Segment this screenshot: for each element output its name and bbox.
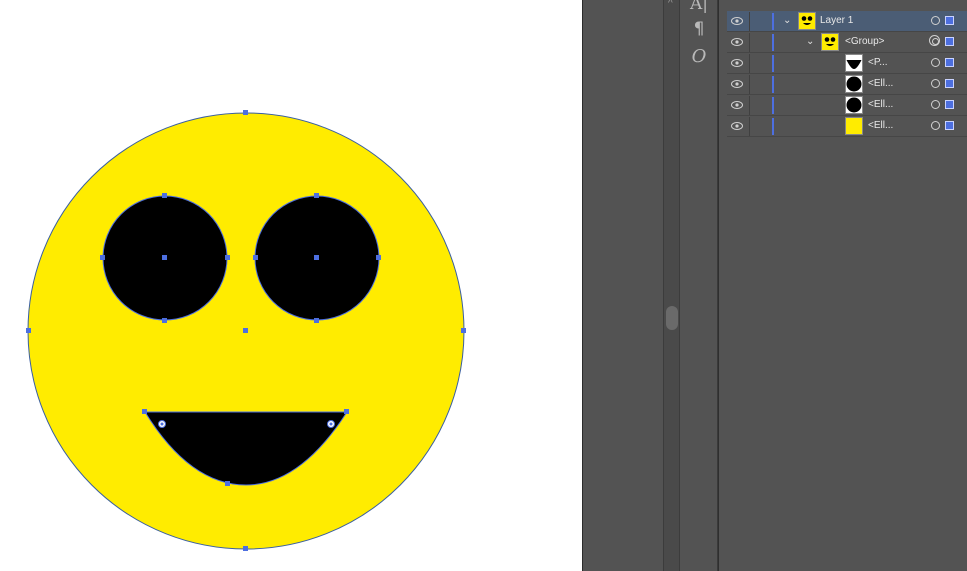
target-circle-icon[interactable] bbox=[931, 100, 940, 109]
paragraph-icon[interactable]: ¶ bbox=[680, 19, 718, 39]
selection-indicator[interactable] bbox=[945, 100, 954, 109]
visibility-eye-icon[interactable] bbox=[731, 16, 743, 26]
panel-scrollbar[interactable]: ^ bbox=[663, 0, 680, 571]
layer-row-group[interactable]: ⌄ <Group> bbox=[727, 32, 967, 53]
visibility-eye-icon[interactable] bbox=[731, 58, 743, 68]
layer-name[interactable]: <P... bbox=[868, 57, 888, 69]
target-circle-icon[interactable] bbox=[931, 79, 940, 88]
artboard-canvas[interactable] bbox=[0, 0, 582, 571]
layer-row-ellipse[interactable]: <Ell... bbox=[727, 95, 967, 116]
pasteboard bbox=[583, 0, 663, 571]
lock-column[interactable] bbox=[749, 96, 750, 115]
layer-name[interactable]: Layer 1 bbox=[820, 15, 853, 27]
smiley-thumb-icon bbox=[821, 33, 839, 51]
lock-column[interactable] bbox=[749, 54, 750, 73]
layer-row-layer-1[interactable]: ⌄ Layer 1 bbox=[727, 11, 967, 32]
character-style-icon[interactable]: A| bbox=[680, 0, 718, 14]
target-circle-icon[interactable] bbox=[931, 16, 940, 25]
target-circle-icon[interactable] bbox=[929, 35, 940, 46]
type-panel-dock: A| ¶ O bbox=[680, 0, 718, 571]
layer-color-bar bbox=[772, 55, 774, 72]
black-ellipse-thumb-icon bbox=[845, 75, 863, 93]
layers-panel: ⌄ Layer 1 ⌄ <Group> <P... <Ell... <Ell..… bbox=[718, 0, 967, 571]
selection-indicator[interactable] bbox=[945, 121, 954, 130]
target-circle-icon[interactable] bbox=[931, 58, 940, 67]
layer-color-bar bbox=[772, 76, 774, 93]
black-ellipse-thumb-icon bbox=[845, 96, 863, 114]
selection-indicator[interactable] bbox=[945, 37, 954, 46]
visibility-eye-icon[interactable] bbox=[731, 121, 743, 131]
lock-column[interactable] bbox=[749, 75, 750, 94]
visibility-eye-icon[interactable] bbox=[731, 79, 743, 89]
layer-row-path[interactable]: <P... bbox=[727, 53, 967, 74]
chevron-down-icon[interactable]: ⌄ bbox=[783, 15, 791, 27]
layer-row-ellipse[interactable]: <Ell... bbox=[727, 116, 967, 137]
opentype-icon[interactable]: O bbox=[680, 46, 718, 67]
layers-panel-header bbox=[719, 0, 967, 8]
scrollbar-thumb[interactable] bbox=[666, 306, 678, 330]
yellow-ellipse-thumb-icon bbox=[845, 117, 863, 135]
lock-column[interactable] bbox=[749, 12, 750, 31]
visibility-eye-icon[interactable] bbox=[731, 37, 743, 47]
layer-name[interactable]: <Group> bbox=[845, 36, 884, 48]
layer-color-bar bbox=[772, 34, 774, 51]
selection-indicator[interactable] bbox=[945, 79, 954, 88]
visibility-eye-icon[interactable] bbox=[731, 100, 743, 110]
selection-indicator[interactable] bbox=[945, 16, 954, 25]
selection-indicator[interactable] bbox=[945, 58, 954, 67]
lock-column[interactable] bbox=[749, 33, 750, 52]
layer-color-bar bbox=[772, 118, 774, 135]
scroll-up-icon[interactable]: ^ bbox=[668, 0, 673, 9]
layer-color-bar bbox=[772, 97, 774, 114]
chevron-down-icon[interactable]: ⌄ bbox=[806, 36, 814, 48]
smiley-thumb-icon bbox=[798, 12, 816, 30]
layer-name[interactable]: <Ell... bbox=[868, 99, 893, 111]
layer-color-bar bbox=[772, 13, 774, 30]
layer-name[interactable]: <Ell... bbox=[868, 78, 893, 90]
lock-column[interactable] bbox=[749, 117, 750, 136]
layer-name[interactable]: <Ell... bbox=[868, 120, 893, 132]
layer-row-ellipse[interactable]: <Ell... bbox=[727, 74, 967, 95]
smiley-artwork[interactable] bbox=[0, 0, 582, 571]
path-thumb-icon bbox=[845, 54, 863, 72]
target-circle-icon[interactable] bbox=[931, 121, 940, 130]
